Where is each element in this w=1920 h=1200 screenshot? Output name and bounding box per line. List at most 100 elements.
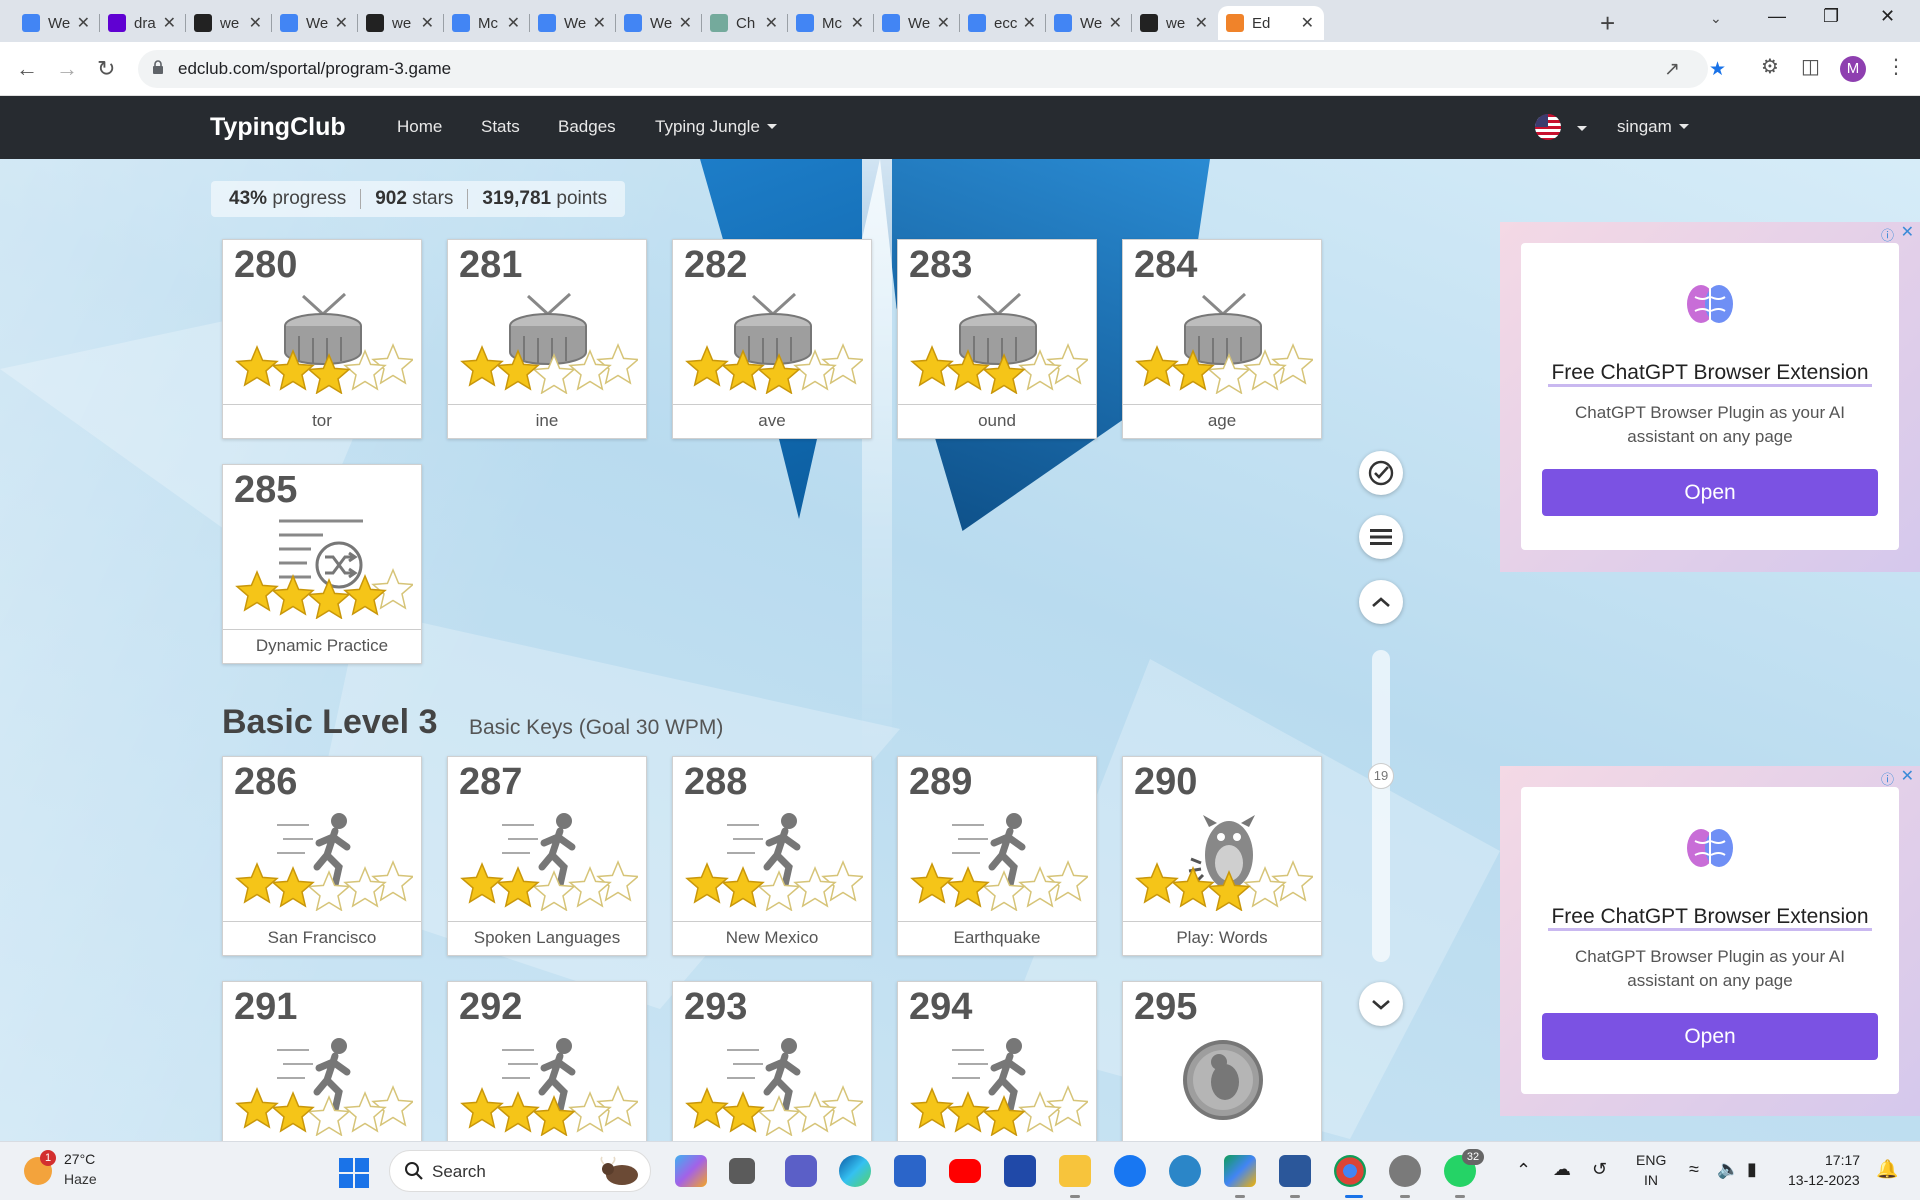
ad-title[interactable]: Free ChatGPT Browser Extension xyxy=(1521,361,1899,385)
cortana-icon[interactable] xyxy=(1169,1155,1201,1187)
brand-logo[interactable]: TypingClub xyxy=(210,113,346,142)
facebook-icon[interactable] xyxy=(1114,1155,1146,1187)
user-menu[interactable]: singam xyxy=(1617,117,1689,137)
google-drive-icon[interactable] xyxy=(1224,1155,1256,1187)
close-tab-icon[interactable]: ✕ xyxy=(77,13,90,33)
browser-tab[interactable]: we ✕ xyxy=(186,6,272,40)
language-code[interactable]: ENG xyxy=(1636,1152,1666,1168)
minimize-button[interactable]: — xyxy=(1768,6,1786,27)
lesson-card[interactable]: 287 Spoken Languages xyxy=(447,756,647,956)
bookmark-star-icon[interactable]: ★ xyxy=(1709,58,1726,81)
browser-tab[interactable]: we ✕ xyxy=(358,6,444,40)
close-tab-icon[interactable]: ✕ xyxy=(593,13,606,33)
close-tab-icon[interactable]: ✕ xyxy=(679,13,692,33)
word-icon[interactable] xyxy=(1279,1155,1311,1187)
ad-open-button[interactable]: Open xyxy=(1542,469,1878,516)
list-menu-button[interactable] xyxy=(1359,515,1403,559)
scroll-up-button[interactable] xyxy=(1359,580,1403,624)
youtube-icon[interactable] xyxy=(949,1159,981,1183)
browser-tab[interactable]: dra ✕ xyxy=(100,6,186,40)
volume-icon[interactable]: 🔈 xyxy=(1717,1159,1739,1180)
weather-condition[interactable]: Haze xyxy=(64,1171,97,1187)
onedrive-icon[interactable]: ☁ xyxy=(1553,1159,1571,1180)
close-tab-icon[interactable]: ✕ xyxy=(507,13,520,33)
sync-icon[interactable]: ↺ xyxy=(1592,1159,1607,1180)
microsoft-store-icon[interactable] xyxy=(894,1155,926,1187)
clock-app-icon[interactable] xyxy=(1389,1155,1421,1187)
ad-banner-1[interactable]: Free ChatGPT Browser Extension ChatGPT B… xyxy=(1500,222,1920,572)
close-tab-icon[interactable]: ✕ xyxy=(765,13,778,33)
lesson-card[interactable]: 292 xyxy=(447,981,647,1141)
notification-bell-icon[interactable]: 🔔 xyxy=(1876,1159,1898,1180)
lesson-card[interactable]: 293 xyxy=(672,981,872,1141)
lesson-card[interactable]: 288 New Mexico xyxy=(672,756,872,956)
address-bar[interactable]: edclub.com/sportal/program-3.game ↗ ★ xyxy=(138,50,1726,88)
forward-icon[interactable]: → xyxy=(56,56,78,82)
back-icon[interactable]: ← xyxy=(16,56,38,82)
lesson-card[interactable]: 291 xyxy=(222,981,422,1141)
lesson-card[interactable]: 295 xyxy=(1122,981,1322,1141)
browser-tab[interactable]: We ✕ xyxy=(616,6,702,40)
lesson-card[interactable]: 294 xyxy=(897,981,1097,1141)
weather-temperature[interactable]: 27°C xyxy=(64,1151,95,1167)
edge-icon[interactable] xyxy=(839,1155,871,1187)
language-region[interactable]: IN xyxy=(1644,1172,1658,1188)
clock-time[interactable]: 17:17 xyxy=(1825,1152,1860,1168)
mathpix-icon[interactable] xyxy=(1004,1155,1036,1187)
browser-tab[interactable]: Ch ✕ xyxy=(702,6,788,40)
us-flag-icon[interactable] xyxy=(1535,114,1561,140)
lesson-card[interactable]: 290 Play: Words xyxy=(1122,756,1322,956)
browser-tab[interactable]: We ✕ xyxy=(14,6,100,40)
nav-typing-jungle[interactable]: Typing Jungle xyxy=(655,117,777,137)
share-icon[interactable]: ↗ xyxy=(1664,58,1680,81)
browser-tab[interactable]: we ✕ xyxy=(1132,6,1218,40)
task-view-icon[interactable] xyxy=(729,1158,755,1184)
chrome-icon[interactable] xyxy=(1334,1155,1366,1187)
ad-close-icon[interactable]: ✕ xyxy=(1901,766,1914,786)
browser-tab[interactable]: Mc ✕ xyxy=(788,6,874,40)
close-window-button[interactable]: ✕ xyxy=(1880,6,1895,27)
close-tab-icon[interactable]: ✕ xyxy=(335,13,348,33)
lesson-card[interactable]: 285 Dynamic Practice xyxy=(222,464,422,664)
nav-home[interactable]: Home xyxy=(397,117,442,137)
profile-avatar[interactable]: M xyxy=(1840,56,1866,82)
close-tab-icon[interactable]: ✕ xyxy=(1023,13,1036,33)
show-hidden-icons-chevron-icon[interactable]: ⌃ xyxy=(1516,1160,1531,1181)
lesson-card[interactable]: 280 tor xyxy=(222,239,422,439)
close-tab-icon[interactable]: ✕ xyxy=(1195,13,1208,33)
nav-badges[interactable]: Badges xyxy=(558,117,616,137)
url-text[interactable]: edclub.com/sportal/program-3.game xyxy=(178,59,451,79)
close-tab-icon[interactable]: ✕ xyxy=(249,13,262,33)
menu-kebab-icon[interactable]: ⋮ xyxy=(1886,54,1906,79)
clock-date[interactable]: 13-12-2023 xyxy=(1788,1172,1860,1188)
lesson-card[interactable]: 286 San Francisco xyxy=(222,756,422,956)
taskbar-search[interactable]: Search xyxy=(389,1150,651,1192)
browser-tab-active[interactable]: Ed ✕ xyxy=(1218,6,1324,40)
copilot-icon[interactable] xyxy=(675,1155,707,1187)
close-tab-icon[interactable]: ✕ xyxy=(851,13,864,33)
ad-title[interactable]: Free ChatGPT Browser Extension xyxy=(1521,905,1899,929)
extensions-icon[interactable]: ⚙ xyxy=(1761,54,1779,79)
lesson-card[interactable]: 284 age xyxy=(1122,239,1322,439)
lock-icon[interactable] xyxy=(152,60,164,74)
ad-info-icon[interactable]: ⓘ xyxy=(1881,225,1894,244)
close-tab-icon[interactable]: ✕ xyxy=(163,13,176,33)
lesson-card[interactable]: 282 ave xyxy=(672,239,872,439)
lesson-card[interactable]: 281 ine xyxy=(447,239,647,439)
battery-icon[interactable]: ▮ xyxy=(1747,1159,1757,1180)
new-tab-button[interactable]: + xyxy=(1600,8,1615,39)
close-tab-icon[interactable]: ✕ xyxy=(1301,13,1314,33)
tab-search-chevron-icon[interactable]: ⌄ xyxy=(1710,10,1722,27)
nav-stats[interactable]: Stats xyxy=(481,117,520,137)
ad-info-icon[interactable]: ⓘ xyxy=(1881,769,1894,788)
close-tab-icon[interactable]: ✕ xyxy=(937,13,950,33)
side-panel-icon[interactable]: ◫ xyxy=(1801,54,1820,79)
ad-close-icon[interactable]: ✕ xyxy=(1901,222,1914,242)
browser-tab[interactable]: We ✕ xyxy=(272,6,358,40)
restore-button[interactable]: ❐ xyxy=(1823,6,1839,27)
lesson-card[interactable]: 289 Earthquake xyxy=(897,756,1097,956)
scroll-down-button[interactable] xyxy=(1359,982,1403,1026)
reload-icon[interactable]: ↻ xyxy=(97,56,115,82)
ad-open-button[interactable]: Open xyxy=(1542,1013,1878,1060)
language-chevron-down-icon[interactable] xyxy=(1577,126,1587,131)
